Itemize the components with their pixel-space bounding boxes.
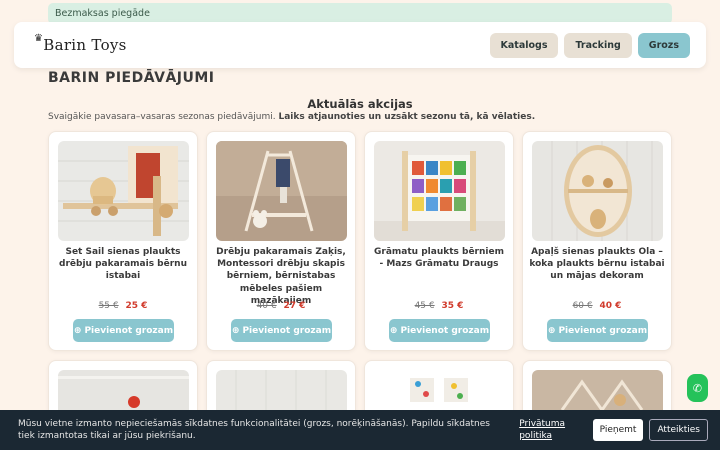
nav-catalog-button[interactable]: Katalogs <box>489 32 559 58</box>
whatsapp-icon: ✆ <box>692 381 703 395</box>
cookie-reject-button[interactable]: Atteikties <box>649 419 708 441</box>
cart-icon: ⊕ <box>73 325 82 336</box>
cart-icon: ⊕ <box>547 325 556 336</box>
product-name[interactable]: Drēbju pakaramais Zaķis, Montessori drēb… <box>213 246 349 307</box>
sale-price: 40 € <box>599 301 622 311</box>
product-image[interactable] <box>216 141 347 241</box>
subtitle-text: Svaigākie pavasara–vasaras sezonas piedā… <box>48 112 276 122</box>
add-to-cart-label: Pievienot grozam <box>242 325 332 336</box>
product-name[interactable]: Apaļš sienas plaukts Ola – koka plaukts … <box>529 246 665 283</box>
crown-icon: ♛ <box>34 33 44 44</box>
product-prices: 40 € 27 € <box>207 301 355 311</box>
product-image[interactable] <box>374 141 505 241</box>
free-shipping-banner: Bezmaksas piegāde <box>48 3 672 24</box>
add-to-cart-button[interactable]: ⊕ Pievienot grozam <box>389 319 490 342</box>
section-subtitle: Svaigākie pavasara–vasaras sezonas piedā… <box>48 112 535 122</box>
nav-tracking-button[interactable]: Tracking <box>564 32 632 58</box>
cookie-text: Mūsu vietne izmanto nepieciešamās sīkdat… <box>18 419 490 441</box>
old-price: 60 € <box>572 301 593 311</box>
sale-price: 35 € <box>441 301 464 311</box>
cart-icon: ⊕ <box>231 325 240 336</box>
product-name[interactable]: Grāmatu plaukts bērniem - Mazs Grāmatu D… <box>371 246 507 270</box>
cookie-banner: Mūsu vietne izmanto nepieciešamās sīkdat… <box>0 410 720 450</box>
add-to-cart-label: Pievienot grozam <box>558 325 648 336</box>
privacy-policy-link[interactable]: Privātuma politika <box>519 418 578 442</box>
section-title: Aktuālās akcijas <box>307 97 413 111</box>
sale-price: 27 € <box>283 301 306 311</box>
add-to-cart-label: Pievienot grozam <box>400 325 490 336</box>
sale-price: 25 € <box>125 301 148 311</box>
product-prices: 55 € 25 € <box>49 301 197 311</box>
add-to-cart-button[interactable]: ⊕ Pievienot grozam <box>73 319 174 342</box>
product-grid: Set Sail sienas plaukts drēbju pakaramai… <box>48 131 672 450</box>
cart-icon: ⊕ <box>389 325 398 336</box>
product-image[interactable] <box>58 141 189 241</box>
cookie-accept-button[interactable]: Pieņemt <box>592 419 644 441</box>
product-card[interactable]: Grāmatu plaukts bērniem - Mazs Grāmatu D… <box>364 131 514 351</box>
logo[interactable]: ♛ Barin Toys <box>32 33 127 54</box>
product-card[interactable]: Apaļš sienas plaukts Ola – koka plaukts … <box>522 131 672 351</box>
page-title: BARIN PIEDĀVĀJUMI <box>48 70 215 86</box>
nav-cart-button[interactable]: Grozs <box>637 32 690 58</box>
add-to-cart-button[interactable]: ⊕ Pievienot grozam <box>231 319 332 342</box>
old-price: 55 € <box>98 301 119 311</box>
site-header: ♛ Barin Toys Katalogs Tracking Grozs <box>14 22 706 68</box>
subtitle-bold-text: Laiks atjaunoties un uzsākt sezonu tā, k… <box>278 112 536 122</box>
product-card[interactable]: Drēbju pakaramais Zaķis, Montessori drēb… <box>206 131 356 351</box>
product-prices: 45 € 35 € <box>365 301 513 311</box>
main-nav: Katalogs Tracking Grozs <box>489 32 690 58</box>
whatsapp-chat-button[interactable]: ✆ <box>687 374 708 402</box>
product-image[interactable] <box>532 141 663 241</box>
old-price: 45 € <box>414 301 435 311</box>
add-to-cart-button[interactable]: ⊕ Pievienot grozam <box>547 319 648 342</box>
product-name[interactable]: Set Sail sienas plaukts drēbju pakaramai… <box>55 246 191 283</box>
logo-text: Barin Toys <box>43 36 127 54</box>
add-to-cart-label: Pievienot grozam <box>84 325 174 336</box>
old-price: 40 € <box>256 301 277 311</box>
product-card[interactable]: Set Sail sienas plaukts drēbju pakaramai… <box>48 131 198 351</box>
product-prices: 60 € 40 € <box>523 301 671 311</box>
